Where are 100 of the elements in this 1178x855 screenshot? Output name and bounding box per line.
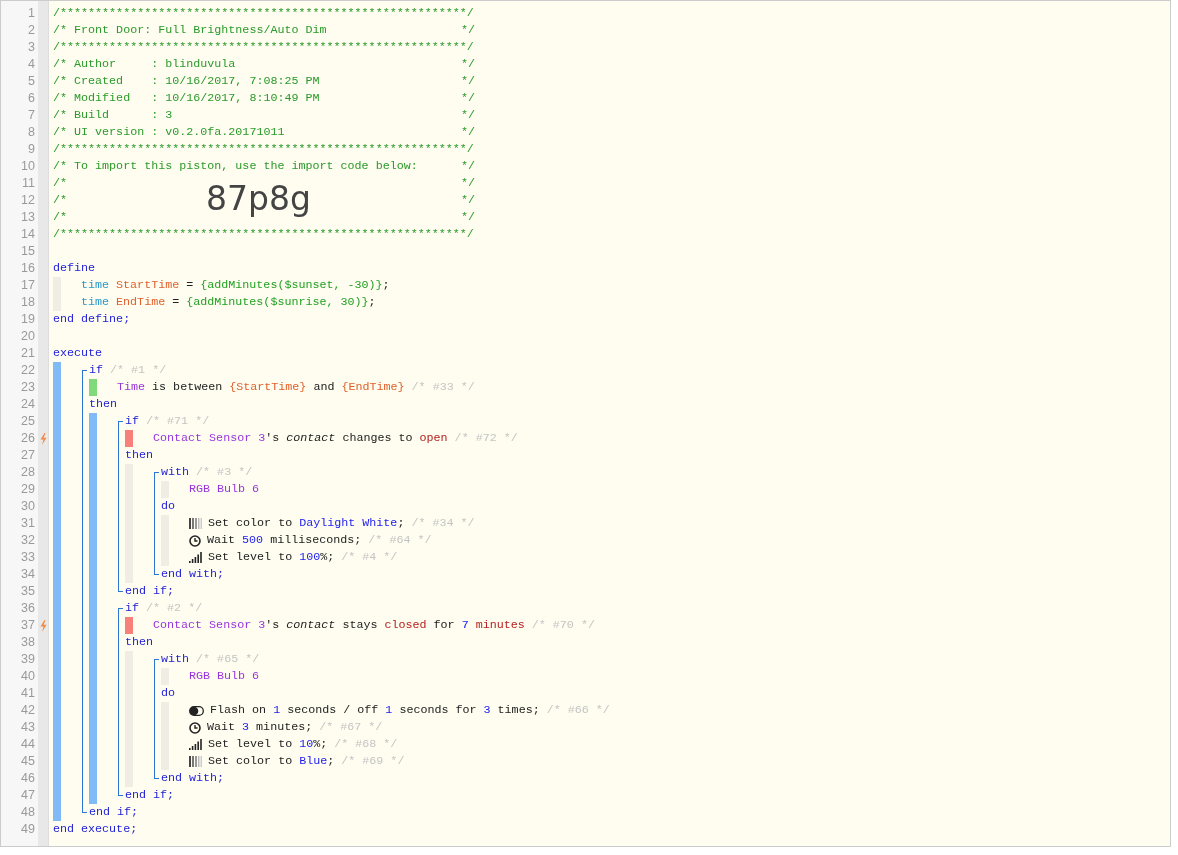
line-number: 48 (21, 804, 35, 821)
code-line: end execute; (53, 821, 138, 838)
line-number: 10 (21, 158, 35, 175)
line-number: 24 (21, 396, 35, 413)
line-number: 37 (21, 617, 35, 634)
code-line: Set color to Daylight White; /* #34 */ (208, 515, 475, 532)
line-number: 47 (21, 787, 35, 804)
line-number: 23 (21, 379, 35, 396)
color-stripes-icon (189, 518, 202, 529)
line-number: 35 (21, 583, 35, 600)
code-line: end with; (161, 770, 225, 787)
line-number: 34 (21, 566, 35, 583)
comment-text: */ (460, 124, 475, 141)
comment-text: /* (53, 192, 68, 209)
comment-text: /* (53, 209, 68, 226)
line-number: 33 (21, 549, 35, 566)
comment-text: /* Modified : 10/16/2017, 8:10:49 PM (53, 90, 320, 107)
line-number: 1 (28, 5, 35, 22)
code-line: do (161, 498, 176, 515)
line-number: 11 (22, 175, 35, 192)
comment-text: */ (460, 22, 475, 39)
line-number: 44 (21, 736, 35, 753)
line-number: 2 (28, 22, 35, 39)
line-number: 12 (21, 192, 35, 209)
line-number: 27 (21, 447, 35, 464)
line-number: 29 (21, 481, 35, 498)
code-line: do (161, 685, 176, 702)
line-number: 39 (21, 651, 35, 668)
line-number: 46 (21, 770, 35, 787)
code-line: RGB Bulb 6 (189, 668, 260, 685)
line-number: 6 (28, 90, 35, 107)
comment-text: /* To import this piston, use the import code below: (53, 158, 418, 175)
clock-icon (189, 721, 201, 734)
code-line: Wait 3 minutes; /* #67 */ (207, 719, 383, 736)
line-number: 18 (21, 294, 35, 311)
comment-text: /* Author : blinduvula (53, 56, 236, 73)
signal-bars-icon (189, 552, 202, 563)
line-number: 9 (28, 141, 35, 158)
line-number: 4 (28, 56, 35, 73)
comment-text: /* (53, 175, 68, 192)
code-line: Wait 500 milliseconds; /* #64 */ (207, 532, 432, 549)
line-number: 15 (21, 243, 35, 260)
code-line: end if; (89, 804, 139, 821)
code-line: end with; (161, 566, 225, 583)
comment-text: */ (460, 209, 475, 226)
line-number: 28 (21, 464, 35, 481)
import-code: 87p8g (206, 179, 311, 219)
line-number: 5 (28, 73, 35, 90)
line-number: 19 (21, 311, 35, 328)
line-number: 26 (21, 430, 35, 447)
line-number: 36 (21, 600, 35, 617)
code-line: Contact Sensor 3's contact stays closed for 7 minutes /* #70 */ (153, 617, 595, 634)
comment-text: /* Created : 10/16/2017, 7:08:25 PM (53, 73, 320, 90)
clock-icon (189, 534, 201, 547)
line-number: 41 (21, 685, 35, 702)
code-line: define (53, 260, 96, 277)
line-number: 40 (21, 668, 35, 685)
line-number: 25 (21, 413, 35, 430)
comment-text: /* Build : 3 (53, 107, 173, 124)
line-number: 17 (21, 277, 35, 294)
line-number: 43 (21, 719, 35, 736)
line-number: 32 (21, 532, 35, 549)
code-line: end if; (125, 583, 175, 600)
line-number: 8 (28, 124, 35, 141)
comment-text: /**********************************************************/ (53, 39, 474, 56)
line-number: 7 (28, 107, 35, 124)
line-number: 30 (21, 498, 35, 515)
line-number: 20 (21, 328, 35, 345)
code-line: execute (53, 345, 103, 362)
code-line: time StartTime = {addMinutes($sunset, -30)}; (81, 277, 390, 294)
code-line: end if; (125, 787, 175, 804)
line-number: 22 (21, 362, 35, 379)
line-number: 38 (21, 634, 35, 651)
code-line: Contact Sensor 3's contact changes to open /* #72 */ (153, 430, 518, 447)
code-line: if /* #2 */ (125, 600, 203, 617)
code-line: then (125, 447, 154, 464)
comment-text: /* Front Door: Full Brightness/Auto Dim (53, 22, 327, 39)
comment-text: */ (460, 107, 475, 124)
comment-text: */ (460, 158, 475, 175)
comment-text: */ (460, 192, 475, 209)
code-line: Time is between {StartTime} and {EndTime} /* #33 */ (117, 379, 475, 396)
color-stripes-icon (189, 756, 202, 767)
code-line: then (89, 396, 118, 413)
line-number: 45 (21, 753, 35, 770)
line-number: 14 (21, 226, 35, 243)
line-number: 31 (21, 515, 35, 532)
code-line: Set level to 100%; /* #4 */ (208, 549, 398, 566)
line-number: 42 (21, 702, 35, 719)
line-number: 13 (21, 209, 35, 226)
comment-text: /**********************************************************/ (53, 141, 474, 158)
toggle-icon (189, 705, 204, 716)
line-number: 21 (21, 345, 35, 362)
code-line: RGB Bulb 6 (189, 481, 260, 498)
code-line: end define; (53, 311, 131, 328)
code-line: with /* #3 */ (161, 464, 253, 481)
comment-text: /* UI version : v0.2.0fa.20171011 (53, 124, 285, 141)
comment-text: */ (460, 56, 475, 73)
code-line: time EndTime = {addMinutes($sunrise, 30)}; (81, 294, 376, 311)
comment-text: /**********************************************************/ (53, 5, 474, 22)
comment-text: */ (460, 175, 475, 192)
